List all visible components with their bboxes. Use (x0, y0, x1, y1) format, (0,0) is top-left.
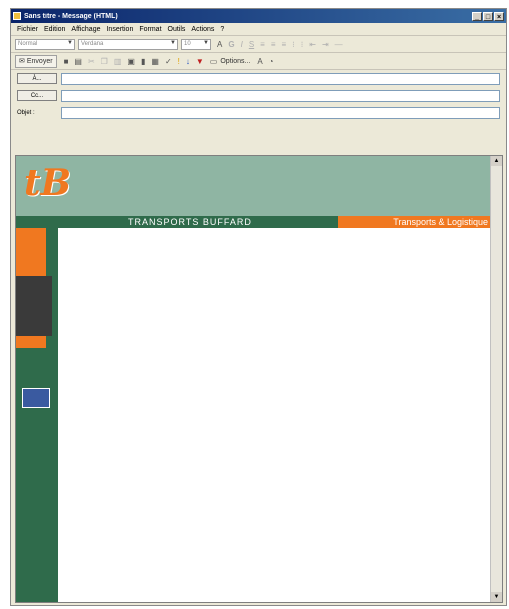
subject-label: Objet : (17, 109, 35, 116)
menu-actions[interactable]: Actions (191, 26, 214, 33)
company-name: TRANSPORTS BUFFARD (128, 217, 252, 227)
font-color-button[interactable]: A (217, 40, 222, 49)
subject-field[interactable] (61, 106, 500, 119)
indent-icon[interactable]: ⇥ (322, 40, 329, 49)
align-center-icon[interactable]: ≡ (271, 40, 276, 49)
cc-row: Cc... (11, 87, 506, 104)
vertical-scrollbar[interactable]: ▲ ▼ (490, 156, 502, 602)
numbering-icon[interactable]: ⁝ (301, 40, 304, 49)
menu-fichier[interactable]: Fichier (17, 26, 38, 33)
letterhead-band: TRANSPORTS BUFFARD Transports & Logistiq… (16, 216, 492, 228)
window-title: Sans titre - Message (HTML) (24, 12, 118, 20)
low-importance-icon[interactable]: ↓ (186, 57, 190, 66)
save-icon[interactable]: ■ (64, 57, 69, 66)
close-button[interactable]: × (494, 11, 504, 21)
align-right-icon[interactable]: ≡ (282, 40, 287, 49)
paste-icon[interactable]: ▥ (114, 57, 122, 66)
subject-row: Objet : (11, 104, 506, 121)
send-icon: ✉ (19, 58, 25, 65)
print-icon[interactable]: ▤ (74, 57, 82, 66)
menu-help[interactable]: ? (220, 26, 224, 33)
horizontal-line-icon[interactable]: — (335, 40, 343, 49)
menu-edition[interactable]: Edition (44, 26, 65, 33)
menu-affichage[interactable]: Affichage (71, 26, 100, 33)
send-label: Envoyer (26, 57, 53, 65)
bullets-icon[interactable]: ⁝ (292, 40, 295, 49)
view-icon[interactable]: ◔ (269, 57, 274, 66)
scroll-down-icon[interactable]: ▼ (491, 592, 502, 602)
italic-button[interactable]: I (241, 40, 243, 49)
font-value: Verdana (81, 41, 104, 47)
title-bar: Sans titre - Message (HTML) _ □ × (11, 9, 506, 23)
truck-cab-image (16, 276, 52, 336)
message-window: Sans titre - Message (HTML) _ □ × Fichie… (10, 8, 507, 606)
format-toolbar: Normal ▼ Verdana ▼ 10 ▼ A G I S ≡ ≡ ≡ ⁝ … (11, 36, 506, 53)
copy-icon[interactable]: ❐ (101, 57, 108, 66)
chevron-down-icon: ▼ (203, 39, 209, 46)
outdent-icon[interactable]: ⇤ (309, 40, 316, 49)
attach-file-icon[interactable]: ▣ (127, 57, 135, 66)
font-select[interactable]: Verdana ▼ (78, 38, 178, 50)
address-book-icon[interactable]: ▦ (151, 57, 159, 66)
size-value: 10 (184, 41, 191, 47)
message-text-area[interactable] (58, 228, 492, 602)
send-button[interactable]: ✉ Envoyer (15, 54, 57, 68)
scroll-up-icon[interactable]: ▲ (491, 156, 502, 166)
cc-field[interactable] (61, 89, 500, 102)
underline-button[interactable]: S (249, 40, 254, 49)
align-left-icon[interactable]: ≡ (260, 40, 265, 49)
cut-icon[interactable]: ✂ (88, 57, 95, 66)
style-value: Normal (18, 41, 38, 47)
to-row: À... (11, 70, 506, 87)
menu-outils[interactable]: Outils (168, 26, 186, 33)
menu-format[interactable]: Format (139, 26, 161, 33)
options-icon[interactable]: ▭ (210, 57, 218, 66)
to-field[interactable] (61, 72, 500, 85)
company-logo: tB (24, 162, 72, 204)
cc-button[interactable]: Cc... (17, 90, 57, 101)
minimize-button[interactable]: _ (472, 11, 482, 21)
options-button[interactable]: Options... (220, 58, 250, 65)
check-names-icon[interactable]: ✓ (165, 57, 172, 66)
menu-insertion[interactable]: Insertion (106, 26, 133, 33)
menu-bar: Fichier Edition Affichage Insertion Form… (11, 23, 506, 36)
bold-button[interactable]: G (228, 40, 234, 49)
flag-icon[interactable]: ▼ (196, 57, 204, 66)
size-select[interactable]: 10 ▼ (181, 38, 211, 50)
main-toolbar: ✉ Envoyer ■ ▤ ✂ ❐ ▥ ▣ ▮ ▦ ✓ ! ↓ ▼ ▭ Opti… (11, 53, 506, 70)
chevron-down-icon: ▼ (170, 39, 176, 46)
style-select[interactable]: Normal ▼ (15, 38, 75, 50)
message-body[interactable]: TRANSPORTS BUFFARD Transports & Logistiq… (15, 155, 503, 603)
maximize-button[interactable]: □ (483, 11, 493, 21)
attach-item-icon[interactable]: ▮ (141, 57, 145, 66)
company-tagline: Transports & Logistique (338, 216, 492, 228)
quality-badge-icon (22, 388, 50, 408)
letterhead-banner (16, 156, 492, 216)
envelope-icon (13, 12, 21, 20)
font-style-icon[interactable]: A (257, 57, 262, 66)
to-button[interactable]: À... (17, 73, 57, 84)
high-importance-icon[interactable]: ! (178, 57, 180, 66)
chevron-down-icon: ▼ (67, 39, 73, 46)
